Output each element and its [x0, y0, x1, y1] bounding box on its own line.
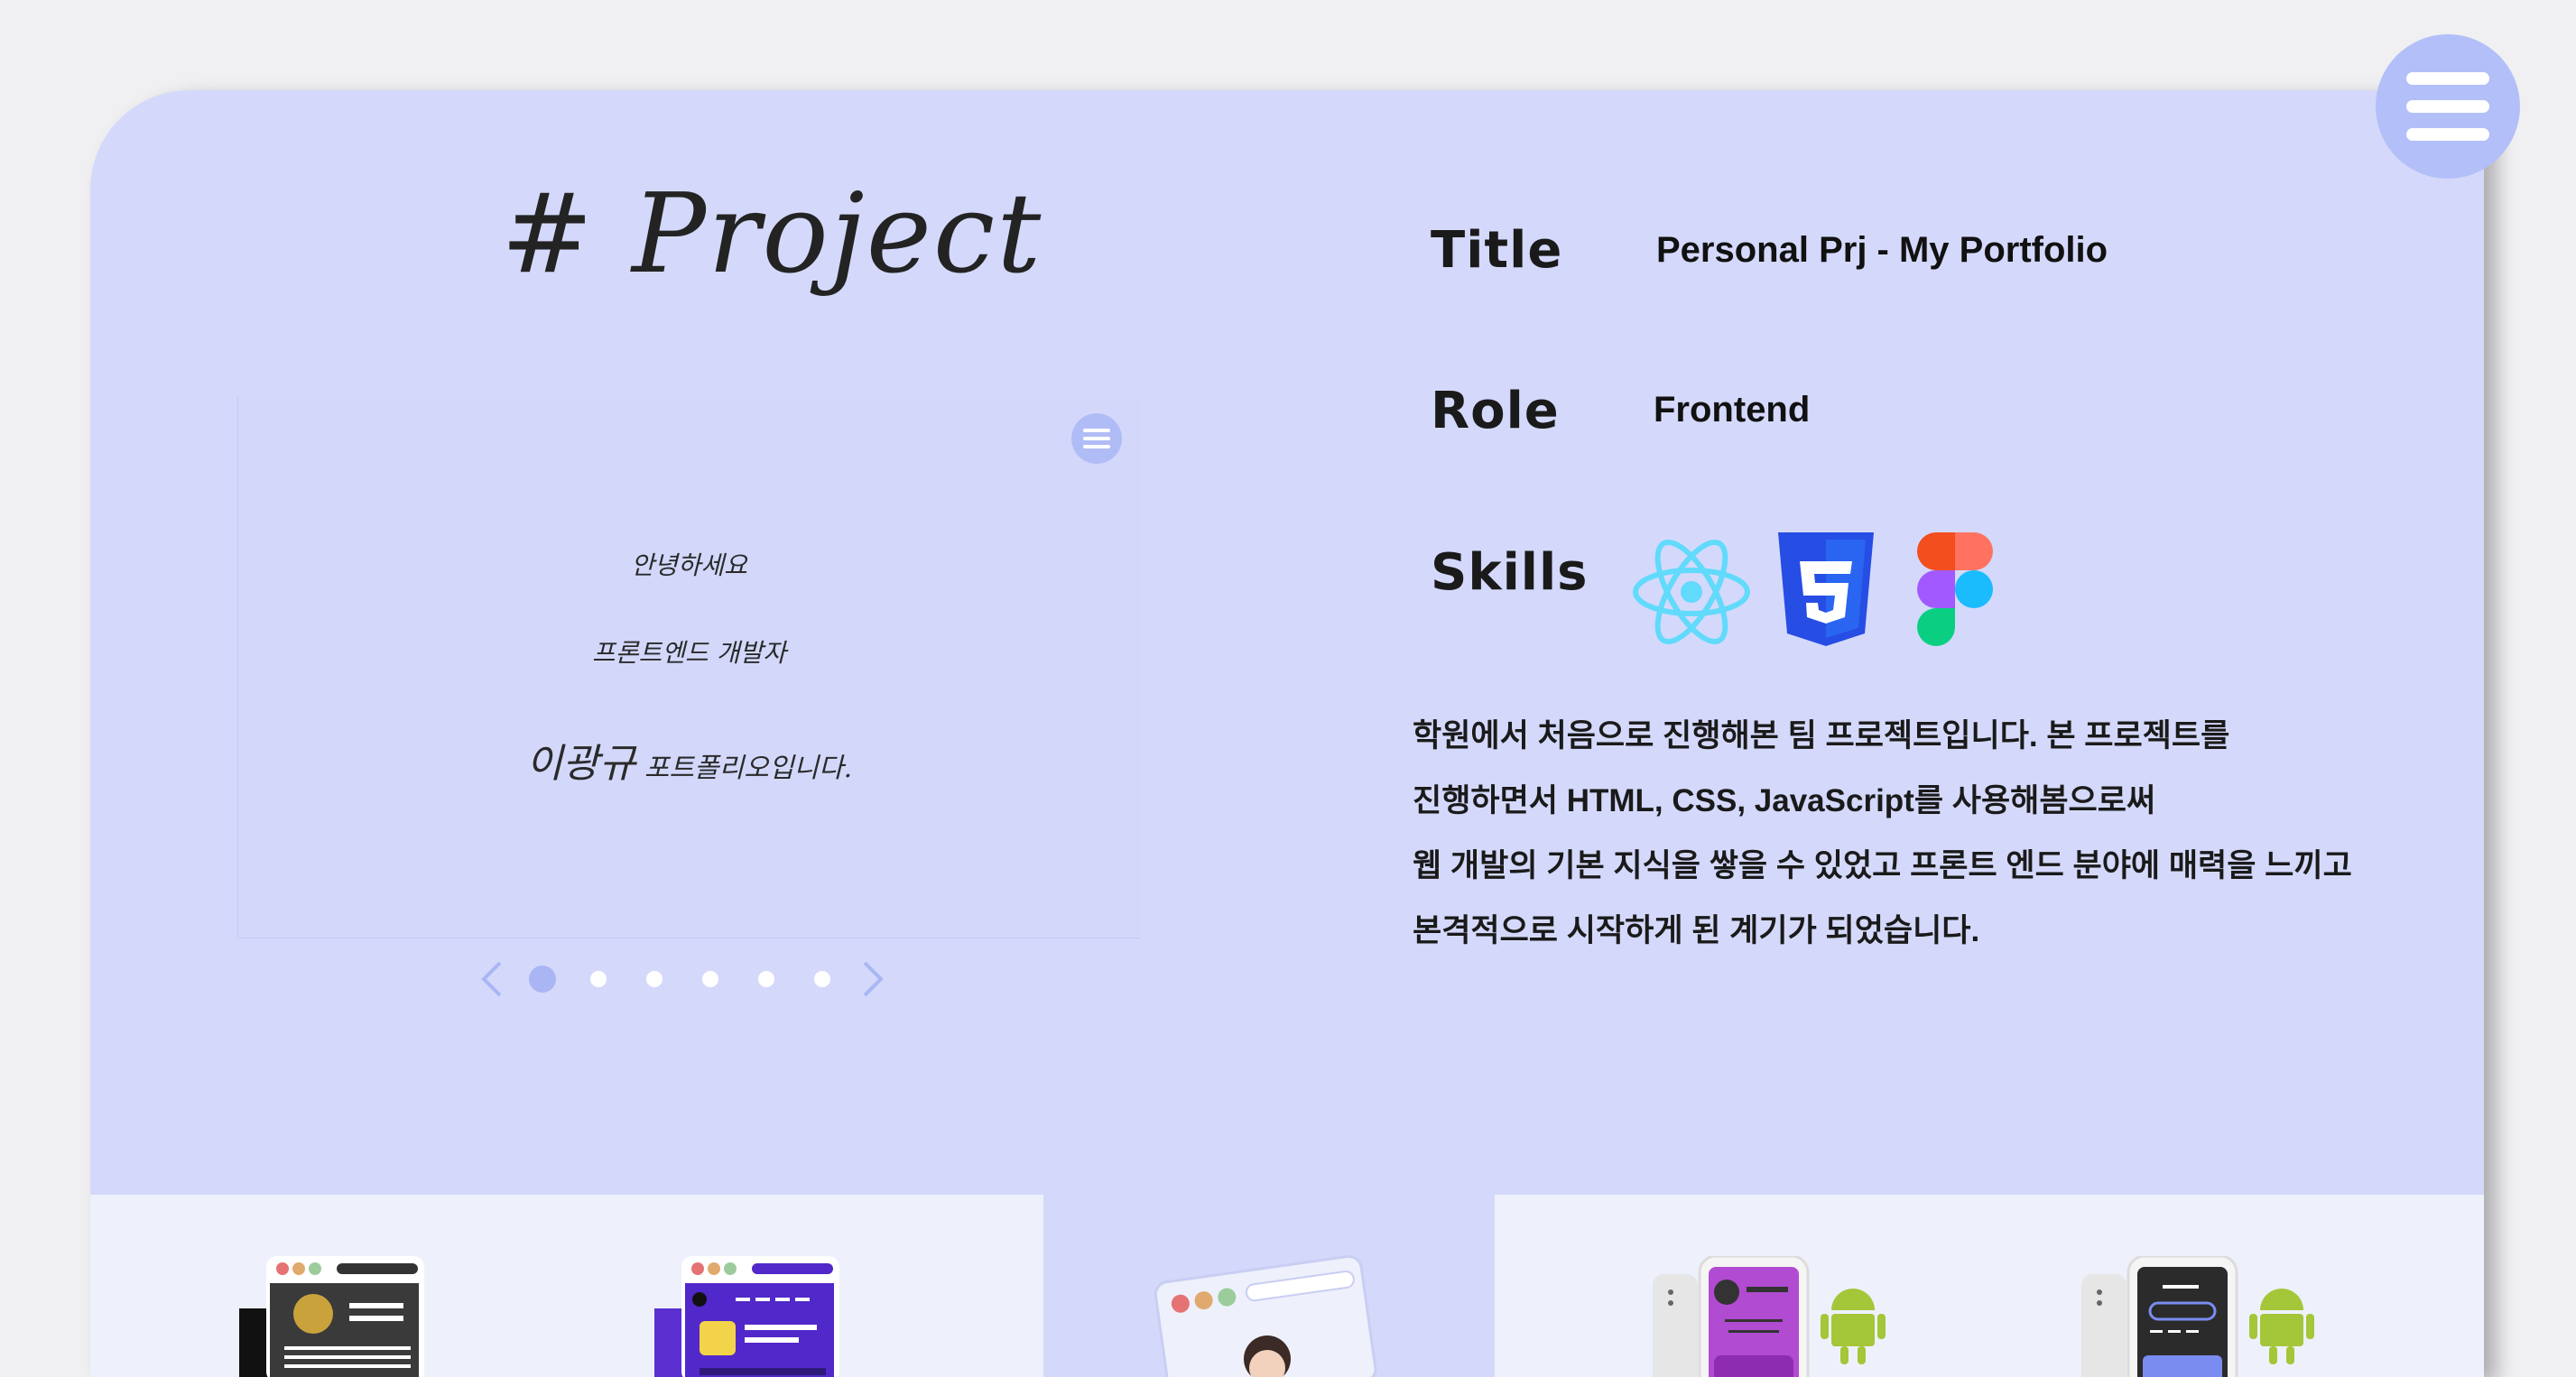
project-thumbnails [90, 1195, 2484, 1377]
menu-button[interactable] [2376, 34, 2520, 179]
slide-pager [469, 957, 895, 1002]
figma-icon [1917, 532, 1993, 646]
role-label: Role [1431, 382, 1560, 440]
title-label: Title [1431, 221, 1563, 280]
web-dark-thumbnail[interactable] [239, 1256, 429, 1377]
slide-name: 이광규 [525, 741, 636, 787]
mobile-dark-thumbnail[interactable] [2081, 1256, 2316, 1377]
menu-icon [2406, 72, 2489, 85]
slide-dot-6[interactable] [814, 971, 830, 987]
react-icon [1633, 539, 1750, 645]
portfolio-thumbnail[interactable] [1152, 1252, 1377, 1377]
thumbnail-panel-mobile [1495, 1195, 2484, 1377]
slide-dot-5[interactable] [758, 971, 774, 987]
mobile-purple-thumbnail[interactable] [1653, 1256, 1887, 1377]
description-line: 본격적으로 시작하게 된 계기가 되었습니다. [1413, 913, 1980, 948]
slide-role: 프론트엔드 개발자 [592, 638, 786, 668]
slide-intro: 이광규 포트폴리오입니다. [238, 731, 1140, 789]
slide-dot-1[interactable] [529, 966, 556, 993]
slide-intro-rest: 포트폴리오입니다. [635, 753, 853, 784]
slide-menu-icon [1071, 413, 1122, 464]
title-value: Personal Prj - My Portfolio [1656, 230, 2108, 270]
thumbnail-panel-web [90, 1195, 1043, 1377]
chevron-right-icon [863, 961, 884, 997]
slide-dot-3[interactable] [646, 971, 663, 987]
thumbnail-panel-active [1043, 1195, 1495, 1377]
project-card: # Project 안녕하세요 프론트엔드 개발자 이광규 포트폴리오입니다. … [90, 90, 2484, 1377]
description-line: 웹 개발의 기본 지식을 쌓을 수 있었고 프론트 엔드 분야에 매력을 느끼고 [1413, 848, 2352, 883]
slide-greeting: 안녕하세요 [631, 550, 747, 580]
role-value: Frontend [1654, 390, 1811, 430]
chevron-left-icon [481, 961, 502, 997]
skills-label: Skills [1431, 543, 1589, 602]
page-title: # Project [501, 170, 1043, 298]
web-purple-thumbnail[interactable] [654, 1256, 844, 1377]
description-line: 진행하면서 HTML, CSS, JavaScript를 사용해봄으로써 [1413, 783, 2156, 818]
css3-icon [1778, 532, 1874, 646]
project-description: 학원에서 처음으로 진행해본 팀 프로젝트입니다. 본 프로젝트를 진행하면서 … [1413, 704, 2405, 964]
slide-dot-4[interactable] [702, 971, 718, 987]
slide-dot-2[interactable] [590, 971, 607, 987]
project-slide[interactable]: 안녕하세요 프론트엔드 개발자 이광규 포트폴리오입니다. [237, 397, 1140, 938]
description-line: 학원에서 처음으로 진행해본 팀 프로젝트입니다. 본 프로젝트를 [1413, 718, 2230, 753]
next-slide-button[interactable] [850, 957, 895, 1002]
prev-slide-button[interactable] [469, 957, 514, 1002]
